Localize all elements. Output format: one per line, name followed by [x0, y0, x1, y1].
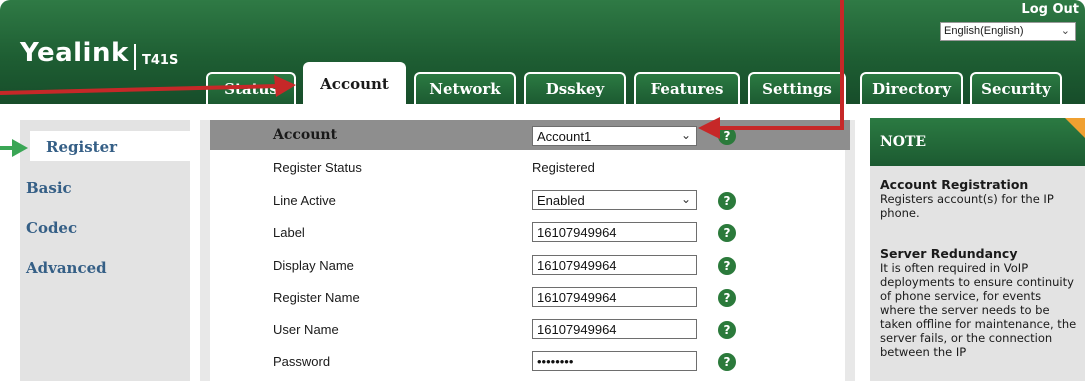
arrow-head-red	[274, 75, 296, 97]
arrow-head-green	[12, 139, 28, 157]
arrow-head-red-2	[698, 117, 720, 139]
annotation-arrows	[0, 0, 844, 157]
arrow-line-red	[0, 84, 279, 95]
arrow-line-red-2	[716, 0, 844, 130]
